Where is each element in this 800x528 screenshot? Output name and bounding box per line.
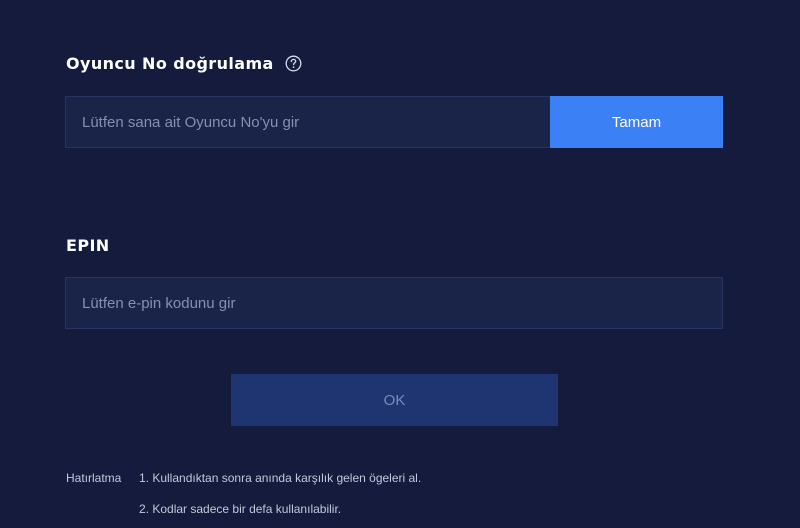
question-circle-icon[interactable] <box>285 55 303 73</box>
player-verification-title-text: Oyuncu No doğrulama <box>66 54 274 73</box>
tamam-button[interactable]: Tamam <box>550 96 723 148</box>
reminder-label: Hatırlatma <box>66 471 122 485</box>
epin-title: EPIN <box>66 236 110 255</box>
player-id-input[interactable] <box>65 96 551 148</box>
player-verification-title: Oyuncu No doğrulama <box>66 54 303 73</box>
epin-title-text: EPIN <box>66 236 110 255</box>
epin-code-input[interactable] <box>65 277 723 329</box>
ok-button[interactable]: OK <box>231 374 558 426</box>
reminder-item: 2. Kodlar sadece bir defa kullanılabilir… <box>139 502 342 516</box>
reminder-item: 1. Kullandıktan sonra anında karşılık ge… <box>139 471 422 485</box>
